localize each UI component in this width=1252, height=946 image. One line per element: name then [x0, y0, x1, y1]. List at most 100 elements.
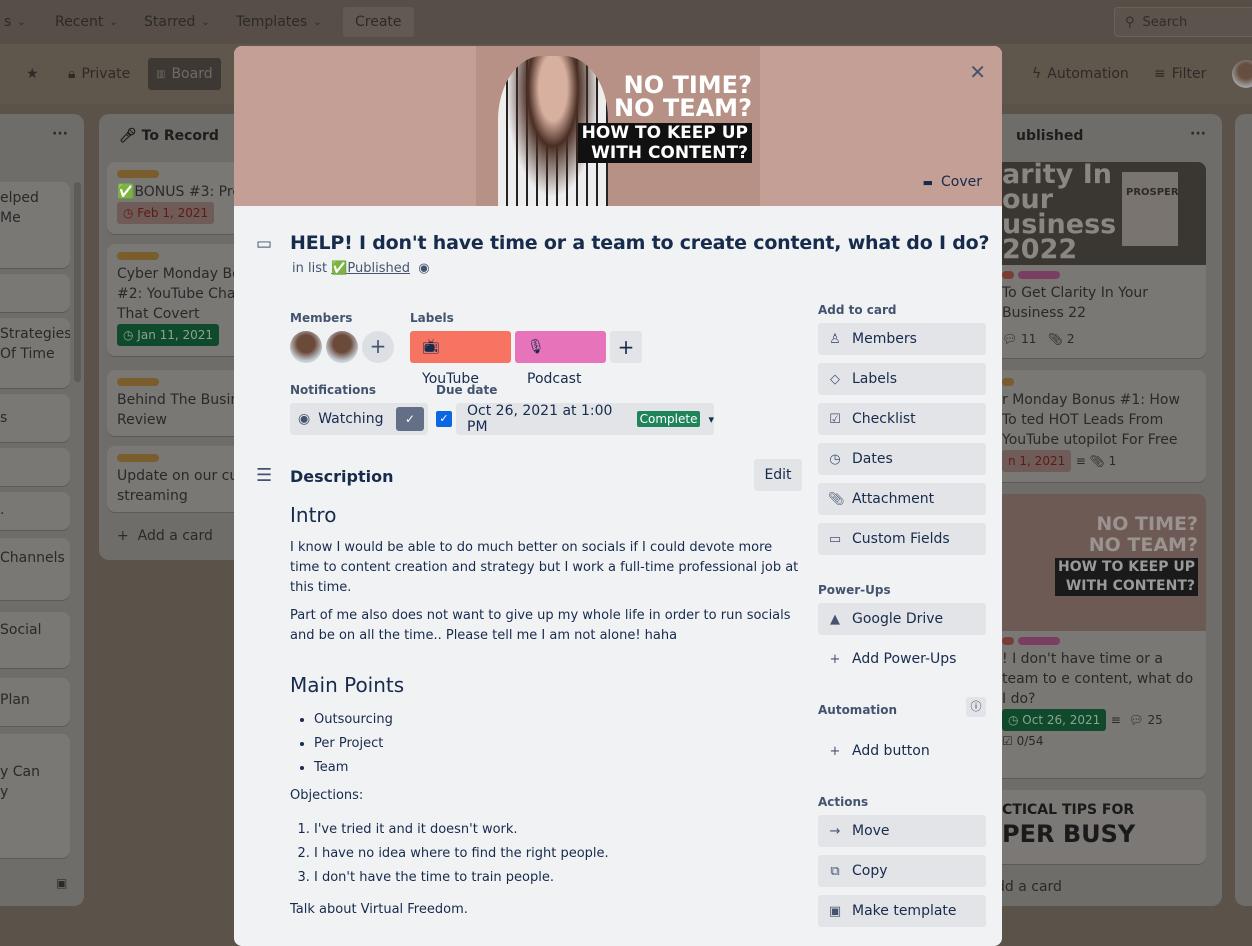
list-link[interactable]: ✅Published: [331, 261, 410, 276]
top-nav-bar: s ⌄ Recent ⌄ Starred ⌄ Templates ⌄ Create ⚲ S…: [0, 0, 1252, 44]
main-points-heading: Main Points: [290, 673, 405, 697]
list-card[interactable]: CTICAL TIPS FOR PER BUSY: [972, 790, 1206, 864]
list-next: [1235, 114, 1252, 906]
in-list: in list ✅Published ◉: [292, 261, 430, 276]
list-card[interactable]: NO TIME? NO TEAM? HOW TO KEEP UP WITH CONT…: [972, 494, 1206, 778]
list-card[interactable]: Social: [0, 612, 70, 668]
star-button[interactable]: ★: [18, 58, 47, 90]
list-card[interactable]: [0, 448, 70, 486]
notifications-label: Notifications: [290, 383, 377, 397]
add-member-button[interactable]: +: [362, 331, 394, 363]
watch-button[interactable]: ◉ Watching ✓: [290, 403, 428, 435]
nav-workspaces[interactable]: s ⌄: [0, 7, 36, 37]
tag-icon: ◇: [830, 371, 840, 387]
card-title: elped Me: [0, 190, 39, 226]
add-card-button[interactable]: + Add a card: [117, 528, 213, 544]
star-icon: ★: [26, 66, 39, 82]
member-avatar[interactable]: [290, 331, 322, 363]
info-icon[interactable]: ⓘ: [966, 697, 986, 717]
points-list: Outsourcing Per Project Team: [314, 708, 802, 780]
due-badge[interactable]: ◷ Oct 26, 2021: [1002, 709, 1107, 731]
card-title: Social: [0, 622, 42, 638]
label-bar: [117, 170, 159, 178]
arrow-right-icon: →: [829, 823, 841, 839]
card-cover: arity In our usiness 2022 PROSPER: [972, 162, 1206, 265]
due-badge[interactable]: n 1, 2021: [1002, 450, 1072, 472]
due-badge[interactable]: ◷ Feb 1, 2021: [117, 202, 215, 224]
google-drive-button[interactable]: ▲ Google Drive: [818, 603, 986, 635]
list-card[interactable]: arity In our usiness 2022 PROSPER To Get Cl…: [972, 162, 1206, 358]
custom-fields-button[interactable]: ▭ Custom Fields: [818, 523, 986, 555]
avatar[interactable]: [1232, 60, 1252, 88]
card-title: y Can y: [0, 764, 40, 800]
add-label-button[interactable]: +: [610, 331, 642, 363]
add-button-button[interactable]: + Add button: [818, 735, 986, 767]
attachment-button[interactable]: 📎︎ Attachment: [818, 483, 986, 515]
search-input[interactable]: ⚲ Search: [1114, 7, 1252, 37]
automation-button[interactable]: ϟ Automation: [1024, 58, 1137, 90]
label-youtube[interactable]: 📺︎ YouTube: [410, 331, 511, 387]
add-powerups-button[interactable]: + Add Power-Ups: [818, 643, 986, 675]
template-icon[interactable]: ▣: [56, 876, 67, 890]
create-button[interactable]: Create: [343, 7, 414, 37]
list-card[interactable]: Strategies Of Time: [0, 318, 70, 388]
edit-description-button[interactable]: Edit: [754, 459, 802, 491]
labels-button[interactable]: ◇ Labels: [818, 363, 986, 395]
list-menu-icon[interactable]: ···: [1190, 126, 1206, 142]
copy-button[interactable]: ⧉ Copy: [818, 855, 986, 887]
member-avatar[interactable]: [326, 331, 358, 363]
filter-button[interactable]: ≡ Filter: [1146, 58, 1214, 90]
nav-templates[interactable]: Templates ⌄: [226, 7, 332, 37]
visibility-button[interactable]: 🔒︎ Private: [60, 58, 138, 90]
list-card[interactable]: elped Me: [0, 182, 70, 268]
chevron-down-icon: ⌄: [17, 16, 26, 28]
checklist-button[interactable]: ☑ Checklist: [818, 403, 986, 435]
list-card[interactable]: .: [0, 492, 70, 530]
description-body[interactable]: Intro I know I would be able to do much …: [290, 502, 802, 928]
dates-button[interactable]: ◷ Dates: [818, 443, 986, 475]
list-card[interactable]: Channels: [0, 538, 70, 600]
make-template-button[interactable]: ▣ Make template: [818, 895, 986, 927]
card-title[interactable]: HELP! I don't have time or a team to cre…: [290, 232, 990, 254]
chevron-down-icon: ▾: [708, 412, 714, 426]
add-card-button[interactable]: dd a card: [996, 879, 1062, 895]
card-title: To Get Clarity In Your Business 22: [1002, 285, 1149, 321]
chevron-down-icon: ⌄: [109, 16, 118, 28]
due-date-button[interactable]: Oct 26, 2021 at 1:00 PM Complete ▾: [456, 403, 714, 435]
card-detail-modal: NO TIME? NO TEAM? HOW TO KEEP UP WITH CONT…: [234, 46, 1002, 946]
cover-button[interactable]: ▬ Cover: [923, 174, 982, 190]
list-menu-icon[interactable]: ···: [52, 126, 68, 142]
attachment-badge: ≡ 📎︎ 1: [1075, 454, 1117, 468]
members-button[interactable]: ♙ Members: [818, 323, 986, 355]
list-card[interactable]: r Monday Bonus #1: How To ted HOT Leads …: [972, 370, 1206, 482]
list-card[interactable]: y Can y: [0, 734, 70, 858]
automation-label: Automation: [1047, 66, 1129, 82]
plus-icon: +: [829, 651, 841, 667]
list-card[interactable]: Plan: [0, 678, 70, 726]
search-icon: ⚲: [1125, 14, 1135, 30]
label-podcast[interactable]: 🎙︎ Podcast: [515, 331, 606, 387]
powerups-heading: Power-Ups: [818, 583, 891, 597]
tv-icon: 📺︎: [422, 339, 440, 355]
due-badge[interactable]: ◷ Jan 11, 2021: [117, 324, 220, 346]
paragraph: Objections:: [290, 788, 364, 803]
nav-label: s: [4, 14, 12, 30]
google-drive-icon: ▲: [830, 611, 840, 627]
list-card[interactable]: s: [0, 394, 70, 442]
nav-recent[interactable]: Recent ⌄: [45, 7, 128, 37]
eye-icon: ◉: [418, 261, 430, 276]
card-title: s: [0, 410, 8, 426]
close-icon[interactable]: ✕: [969, 60, 986, 84]
members-label: Members: [290, 311, 353, 325]
due-complete-checkbox[interactable]: ✓: [436, 411, 452, 427]
card-cover: NO TIME? NO TEAM? HOW TO KEEP UP WITH CONT…: [972, 494, 1206, 631]
label-bar: [117, 378, 159, 386]
board-view-button[interactable]: ▥ Board: [148, 58, 221, 90]
labels-label: Labels: [410, 311, 454, 325]
card-cover: NO TIME? NO TEAM? HOW TO KEEP UP WITH CONT…: [234, 46, 1002, 206]
nav-starred[interactable]: Starred ⌄: [134, 7, 220, 37]
list-card[interactable]: [0, 274, 70, 312]
due-date-value: Oct 26, 2021 at 1:00 PM: [467, 403, 613, 435]
move-button[interactable]: → Move: [818, 815, 986, 847]
list-scrollbar[interactable]: [74, 182, 81, 382]
